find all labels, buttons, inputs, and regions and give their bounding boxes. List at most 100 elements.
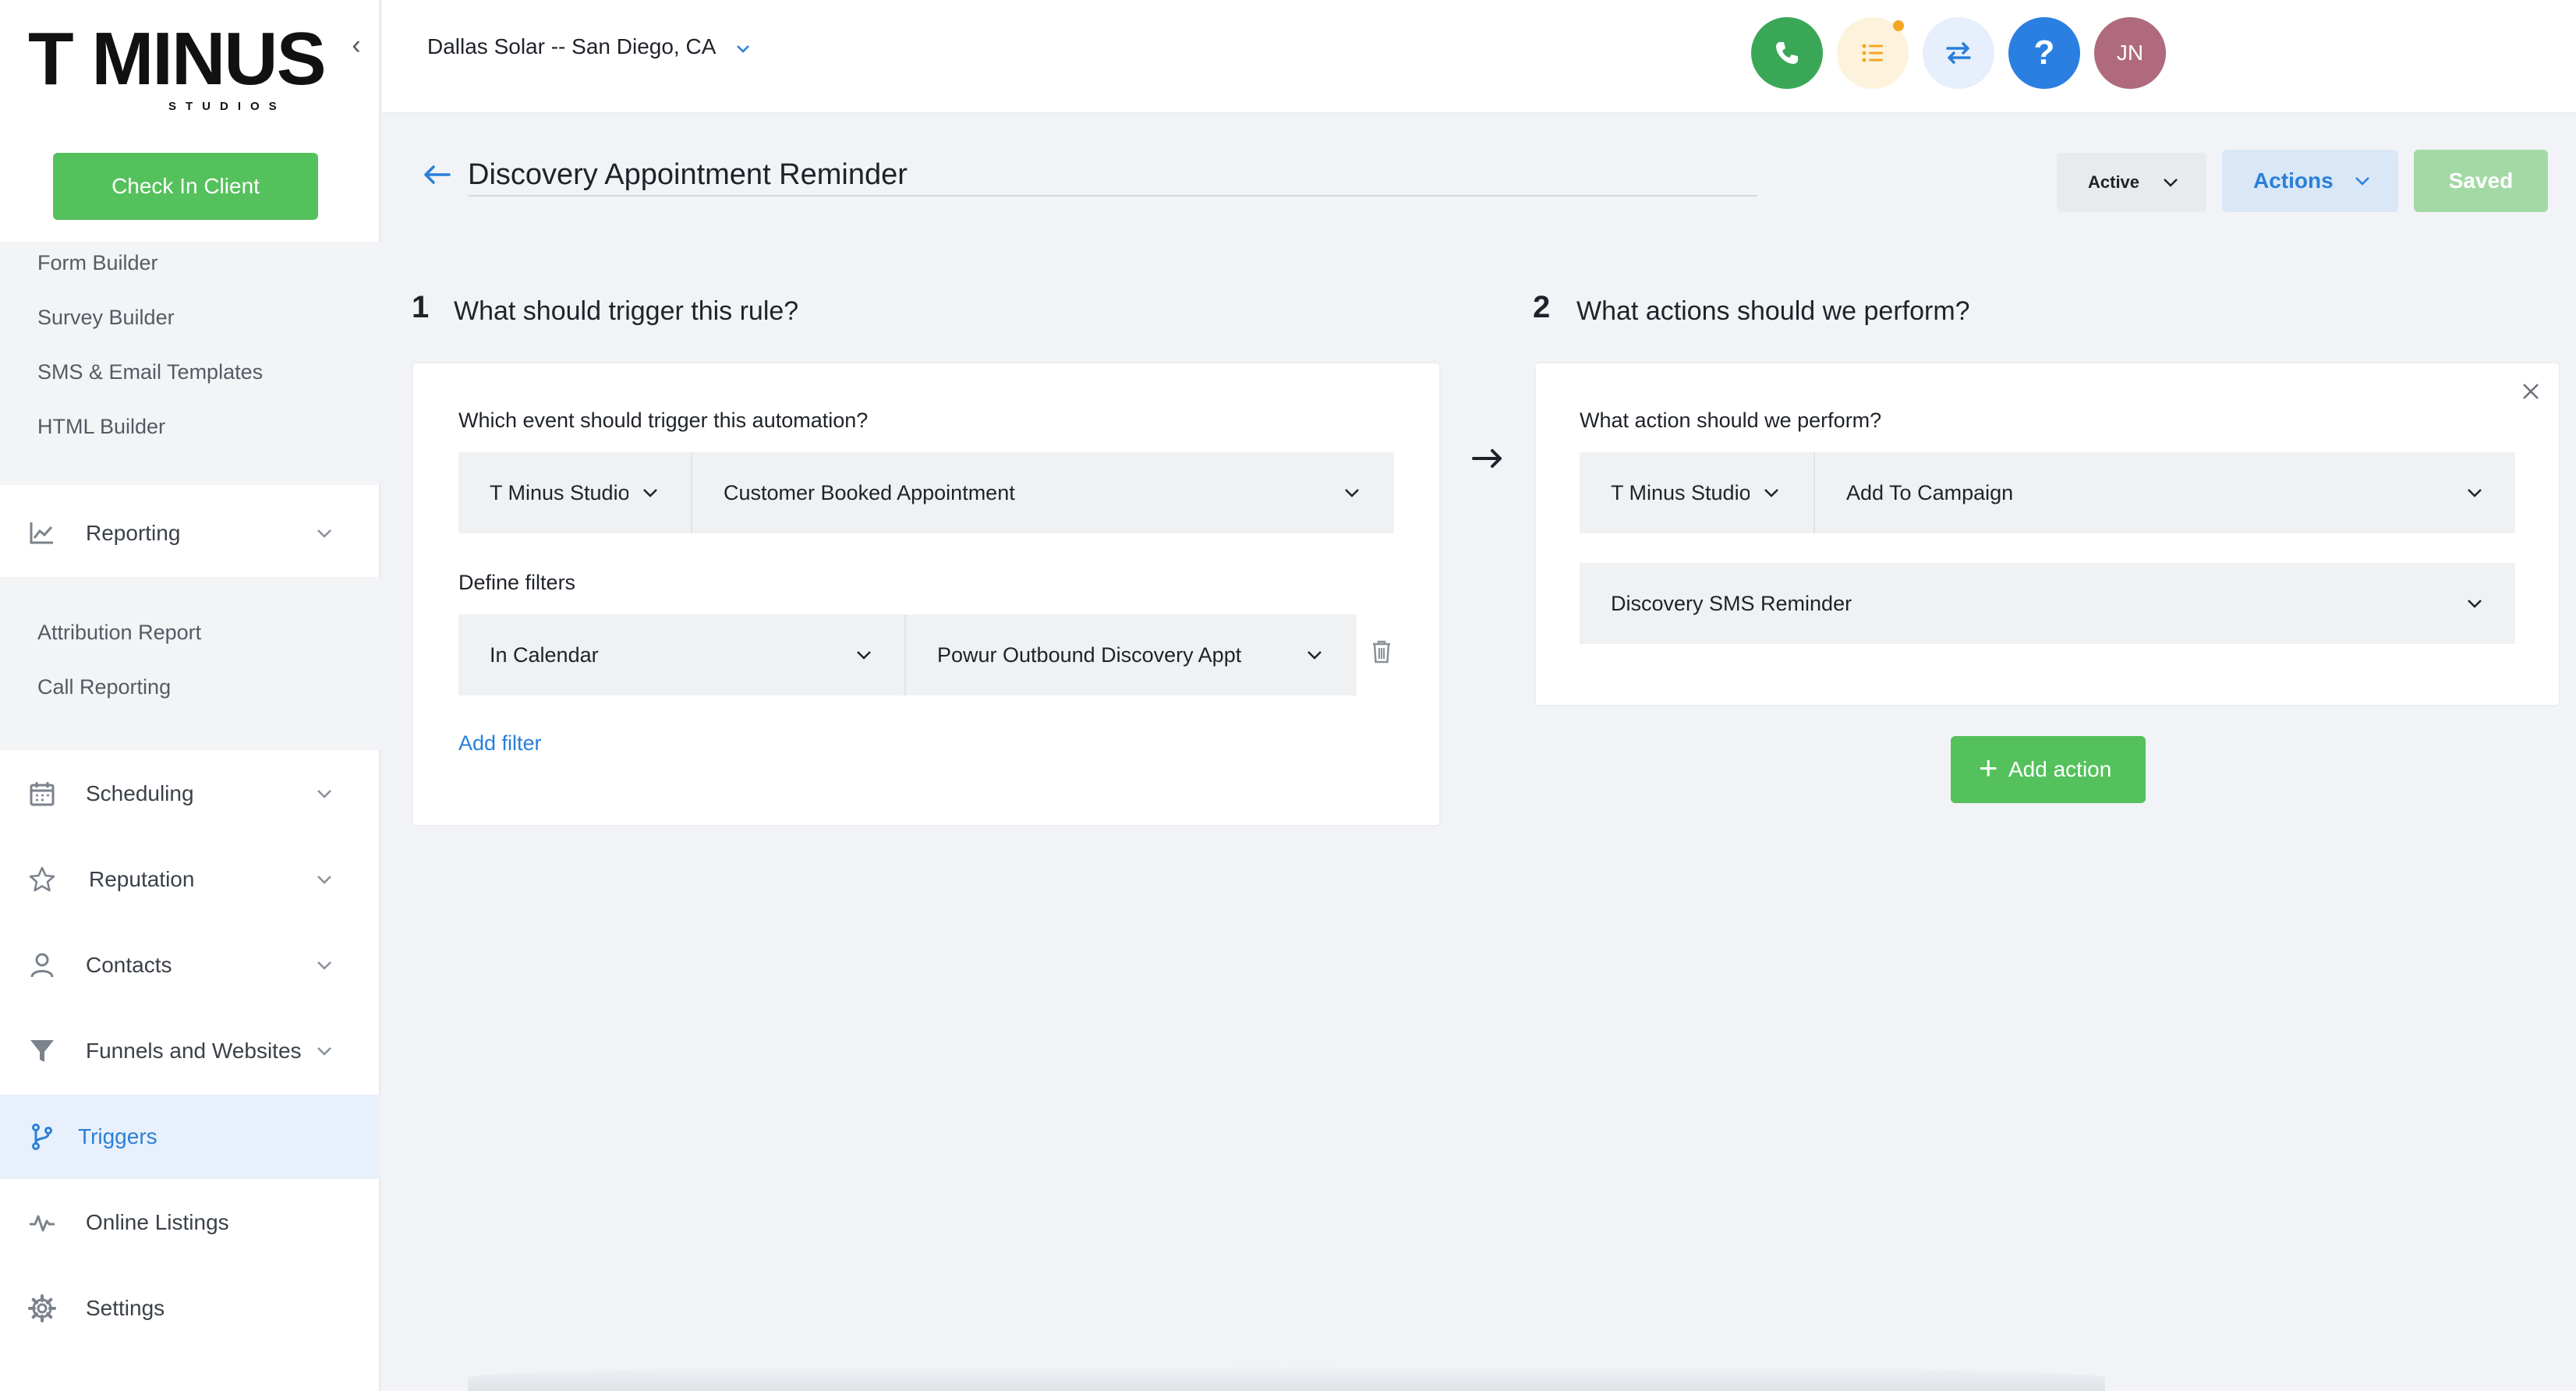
rule-title-input[interactable]: Discovery Appointment Reminder (468, 153, 1757, 196)
swap-arrows-icon (1946, 42, 1971, 64)
top-header: Dallas Solar -- San Diego, CA (382, 0, 2576, 114)
sidebar-item-reporting[interactable]: Reporting (0, 491, 380, 575)
sidebar-subitem-sms-email-templates[interactable]: SMS & Email Templates (37, 360, 263, 384)
phone-button[interactable] (1751, 17, 1823, 89)
status-dropdown[interactable]: Active (2057, 153, 2206, 212)
trash-icon[interactable] (1371, 639, 1392, 664)
step-number: 2 (1533, 290, 1551, 324)
chevron-down-icon (317, 529, 331, 538)
logo-subtext: STUDIOS (168, 100, 286, 113)
saved-button[interactable]: Saved (2414, 150, 2548, 212)
action-section-title: What actions should we perform? (1576, 296, 1970, 326)
action-question-label: What action should we perform? (1580, 409, 1882, 432)
sidebar-item-label: Contacts (86, 953, 172, 977)
select-value: Add To Campaign (1846, 481, 2014, 504)
company-logo[interactable]: T MINUS STUDIOS (28, 17, 371, 114)
chevron-down-icon (857, 651, 871, 660)
define-filters-label: Define filters (458, 571, 576, 594)
select-value: Customer Booked Appointment (724, 481, 1015, 504)
event-type-select[interactable]: Customer Booked Appointment (692, 452, 1394, 533)
plus-icon: + (1979, 749, 1998, 786)
select-value: Discovery SMS Reminder (1611, 592, 1852, 615)
sidebar-item-label: Reporting (86, 521, 181, 545)
logo-text: T MINUS (28, 17, 327, 101)
actions-label: Actions (2253, 168, 2334, 193)
chevron-down-icon (2164, 179, 2178, 187)
campaign-select[interactable]: Discovery SMS Reminder (1580, 563, 2515, 644)
sidebar-subitem-survey-builder[interactable]: Survey Builder (37, 306, 175, 330)
chevron-down-icon (317, 790, 331, 798)
chevron-down-icon (736, 44, 749, 53)
location-label: Dallas Solar -- San Diego, CA (427, 34, 715, 58)
person-icon (30, 953, 54, 978)
help-button[interactable]: ? (2008, 17, 2080, 89)
step-number: 1 (412, 290, 430, 324)
sidebar: T MINUS STUDIOS ‹ Check In Client Form B… (0, 0, 380, 1391)
reporting-submenu: Attribution Report Call Reporting (0, 577, 380, 750)
footer-shadow (468, 1364, 2105, 1391)
sidebar-item-triggers[interactable]: Triggers (0, 1095, 380, 1179)
event-source-select[interactable]: T Minus Studios (458, 452, 691, 533)
sidebar-subitem-call-reporting[interactable]: Call Reporting (37, 675, 171, 699)
chevron-down-icon (1764, 489, 1778, 497)
calendar-icon (30, 782, 55, 806)
sidebar-subitem-form-builder[interactable]: Form Builder (37, 251, 158, 275)
sidebar-item-funnels-and-websites[interactable]: Funnels and Websites (0, 1009, 380, 1093)
chevron-down-icon (1345, 489, 1359, 497)
event-question-label: Which event should trigger this automati… (458, 409, 869, 432)
filter-field-select[interactable]: In Calendar (458, 614, 904, 696)
sidebar-item-contacts[interactable]: Contacts (0, 923, 380, 1007)
sidebar-item-label: Online Listings (86, 1210, 229, 1234)
select-value: In Calendar (490, 643, 599, 667)
list-icon (1862, 44, 1883, 62)
pulse-icon (30, 1215, 55, 1232)
arrow-right-icon (1472, 449, 1502, 468)
select-value: T Minus Studios (1611, 481, 1750, 504)
check-in-client-button[interactable]: Check In Client (53, 153, 318, 220)
back-arrow-icon[interactable] (421, 161, 452, 189)
collapse-sidebar-icon[interactable]: ‹ (345, 31, 368, 59)
sidebar-item-label: Scheduling (86, 781, 194, 805)
chevron-down-icon (317, 961, 331, 970)
select-value: T Minus Studios (490, 481, 628, 504)
add-action-button[interactable]: + Add action (1951, 736, 2146, 803)
close-icon[interactable] (2520, 380, 2542, 402)
sidebar-item-settings[interactable]: Settings (0, 1266, 380, 1350)
chevron-down-icon (2468, 489, 2482, 497)
funnel-icon (30, 1040, 54, 1062)
add-filter-link[interactable]: Add filter (458, 731, 542, 756)
sidebar-item-label: Triggers (78, 1124, 157, 1149)
sidebar-item-label: Settings (86, 1296, 165, 1320)
action-type-select[interactable]: Add To Campaign (1815, 452, 2515, 533)
sidebar-item-reputation[interactable]: Reputation (0, 837, 380, 922)
sidebar-item-label: Reputation (89, 867, 195, 891)
select-value: Powur Outbound Discovery Appt (937, 643, 1242, 667)
location-selector[interactable]: Dallas Solar -- San Diego, CA (427, 34, 752, 59)
notification-dot (1893, 20, 1904, 31)
add-action-label: Add action (2008, 757, 2112, 781)
chevron-down-icon (317, 1047, 331, 1056)
chevron-down-icon (317, 876, 331, 884)
gear-icon (28, 1294, 56, 1322)
chevron-down-icon (2468, 600, 2482, 608)
sidebar-subitem-html-builder[interactable]: HTML Builder (37, 415, 165, 439)
chevron-down-icon (1307, 651, 1322, 660)
chart-line-icon (30, 522, 53, 544)
branch-icon (32, 1124, 52, 1150)
trigger-section-title: What should trigger this rule? (454, 296, 799, 326)
sidebar-item-scheduling[interactable]: Scheduling (0, 752, 380, 836)
marketing-submenu: Form Builder Survey Builder SMS & Email … (0, 242, 380, 485)
phone-icon (1776, 42, 1798, 64)
chevron-down-icon (2355, 177, 2369, 186)
sidebar-subitem-attribution-report[interactable]: Attribution Report (37, 621, 201, 645)
actions-dropdown-button[interactable]: Actions (2222, 150, 2398, 212)
filter-value-select[interactable]: Powur Outbound Discovery Appt (906, 614, 1357, 696)
action-source-select[interactable]: T Minus Studios (1580, 452, 1813, 533)
star-icon (29, 866, 55, 892)
chevron-down-icon (643, 489, 657, 497)
sidebar-item-label: Funnels and Websites (86, 1039, 302, 1063)
user-avatar[interactable]: JN (2094, 17, 2166, 89)
status-label: Active (2088, 172, 2140, 192)
sidebar-item-online-listings[interactable]: Online Listings (0, 1180, 380, 1265)
switch-account-button[interactable] (1923, 17, 1994, 89)
